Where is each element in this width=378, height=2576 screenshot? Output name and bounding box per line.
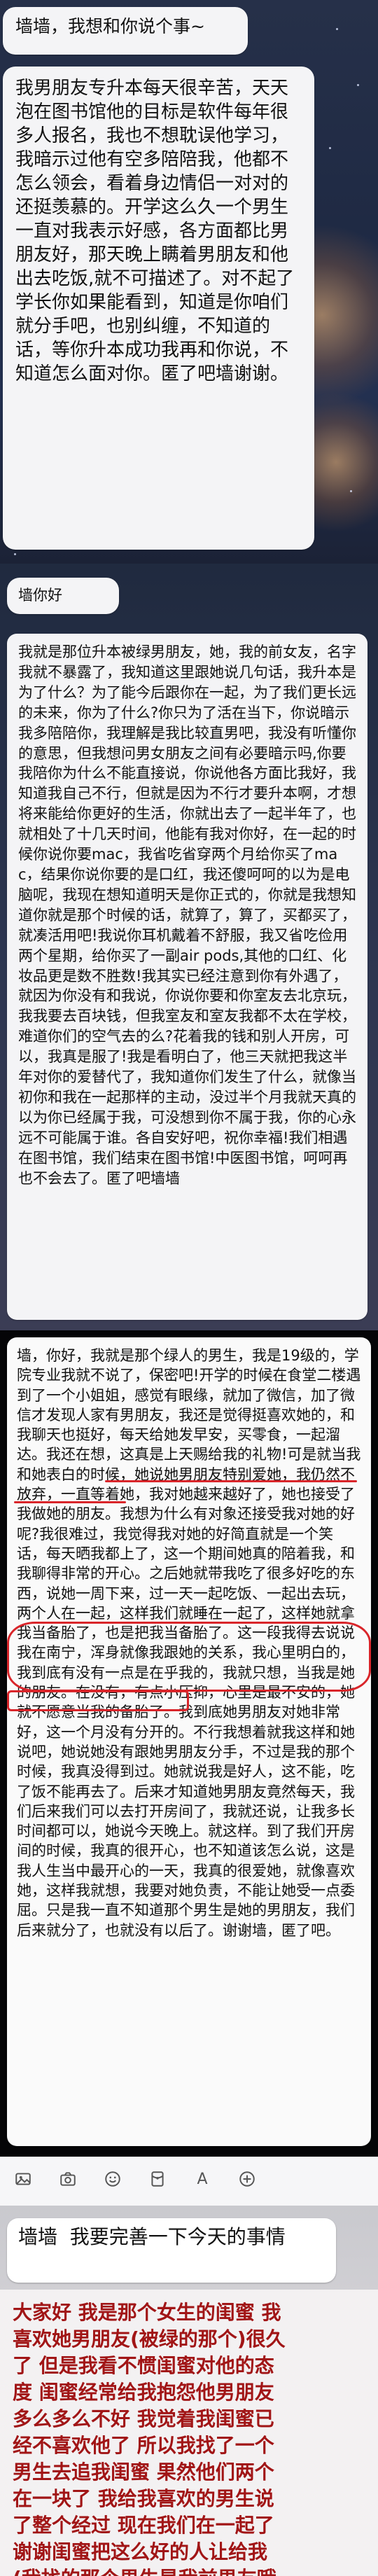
face-icon[interactable] [102,2168,123,2189]
message-text: 墙你好 [18,587,62,604]
message-text: 墙墙 我要完善一下今天的事情 [18,2225,286,2248]
chat-panel-1: 墙墙，我想和你说个事~ 我男朋友专升本每天很辛苦，天天泡在图书馆他的目标是软件每… [0,0,378,564]
message-bubble[interactable]: 我就是那位升本被绿男朋友，她，我的前女友，名字我就不暴露了，我知道这里跟她说几句… [7,634,368,1320]
star [329,147,331,149]
message-bubble[interactable]: 墙墙 我要完善一下今天的事情 [7,2218,336,2283]
image-icon[interactable] [13,2168,34,2189]
handwritten-note-panel: 大家好 我是那个女生的闺蜜 我喜欢她男朋友(被绿的那个)很久了 但是我看不惯闺蜜… [0,2290,378,2576]
message-text: 我男朋友专升本每天很辛苦，天天泡在图书馆他的目标是软件每年很多人报名，我也不想耽… [15,78,295,384]
chat-panel-2: 墙你好 我就是那位升本被绿男朋友，她，我的前女友，名字我就不暴露了，我知道这里跟… [0,564,378,1330]
star [350,490,352,492]
message-bubble[interactable]: 我男朋友专升本每天很辛苦，天天泡在图书馆他的目标是软件每年很多人报名，我也不想耽… [3,67,314,550]
add-icon[interactable] [237,2168,258,2189]
capital-icon[interactable]: A [192,2168,213,2189]
star [336,28,338,30]
red-box-annotation [7,1690,189,1711]
message-bubble[interactable]: 墙你好 [7,578,119,614]
message-bubble[interactable]: 墙，你好，我就是那个绿人的男生，我是19级的，学院专业我就不说了，保密吧!开学的… [7,1337,371,2146]
red-packet-icon[interactable] [147,2168,168,2189]
message-text: 墙墙，我想和你说个事~ [15,16,205,36]
input-toolbar: A [0,2157,378,2206]
red-underline [105,1480,357,1482]
message-bubble[interactable]: 墙墙，我想和你说个事~ [3,7,248,55]
red-underline [14,1501,126,1503]
handwritten-note: 大家好 我是那个女生的闺蜜 我喜欢她男朋友(被绿的那个)很久了 但是我看不惯闺蜜… [13,2301,286,2576]
message-text: 我就是那位升本被绿男朋友，她，我的前女友，名字我就不暴露了，我知道这里跟她说几句… [18,643,356,1187]
chat-panel-3: 墙，你好，我就是那个绿人的男生，我是19级的，学院专业我就不说了，保密吧!开学的… [0,1330,378,2157]
red-circle-annotation [7,1622,371,1692]
camera-icon[interactable] [57,2168,78,2189]
star [14,553,16,555]
star [357,84,359,86]
